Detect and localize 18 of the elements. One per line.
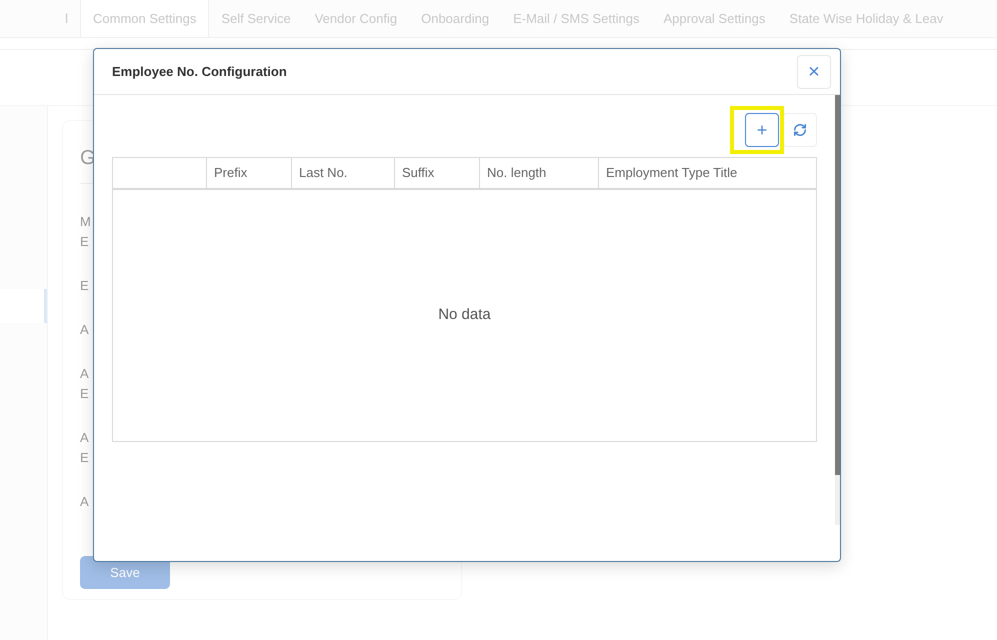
close-button[interactable]: × — [797, 54, 831, 88]
column-header: Employment Type Title — [606, 164, 738, 182]
field-label: A E — [80, 429, 89, 467]
field-label: A — [80, 321, 89, 339]
column-header: Prefix — [214, 164, 248, 182]
field-label: A E — [80, 365, 89, 403]
highlight-frame — [730, 106, 784, 154]
add-button[interactable]: + — [745, 113, 779, 147]
refresh-icon — [793, 123, 807, 137]
column-header: No. length — [487, 164, 546, 182]
modal-title: Employee No. Configuration — [112, 62, 287, 81]
refresh-button[interactable] — [783, 113, 817, 147]
field-label: A — [80, 493, 89, 511]
empty-message: No data — [438, 305, 491, 326]
field-label: M E — [80, 213, 91, 251]
column-header: Suffix — [402, 164, 434, 182]
column-header: Last No. — [299, 164, 348, 182]
field-label: E — [80, 277, 89, 295]
